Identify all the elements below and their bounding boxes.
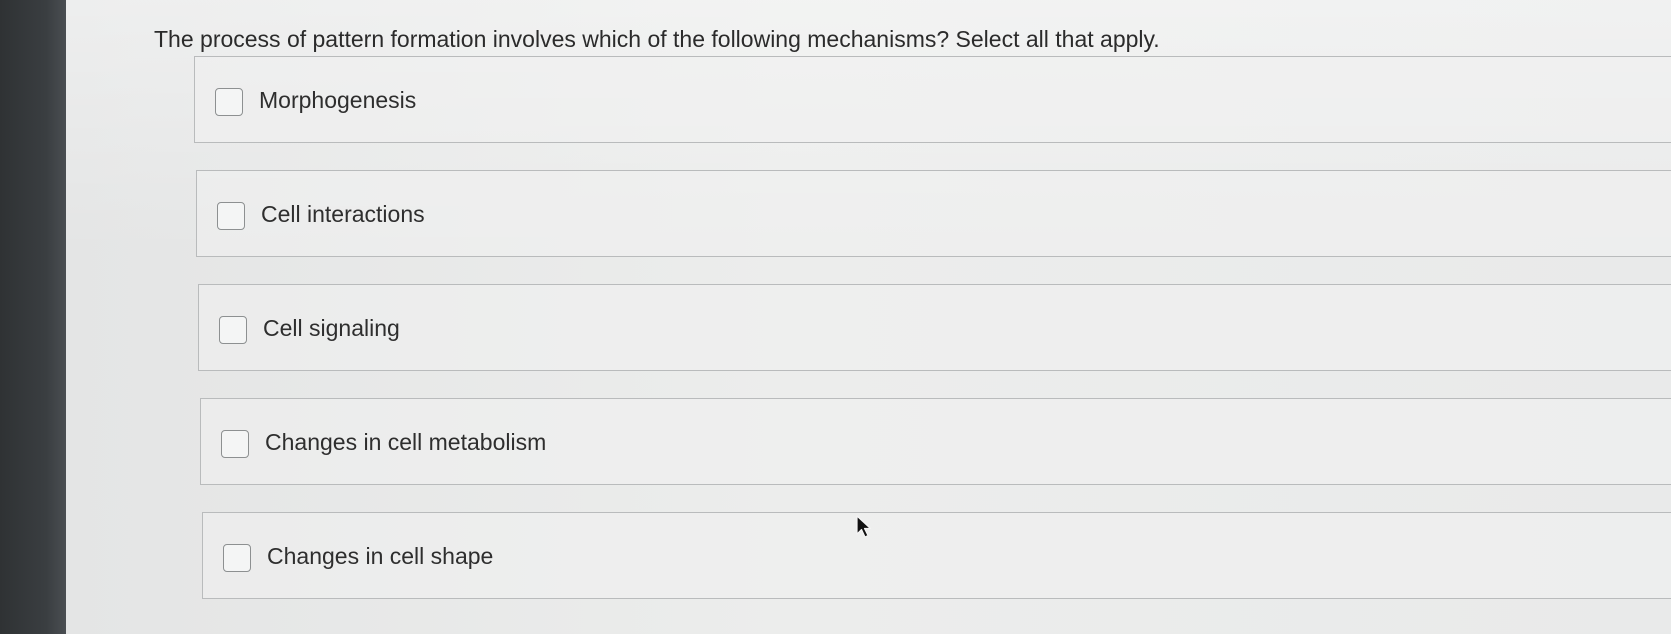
option-label: Changes in cell shape — [267, 543, 494, 569]
option-checkbox[interactable] — [221, 430, 249, 458]
option-checkbox[interactable] — [219, 316, 247, 344]
option-label: Morphogenesis — [259, 87, 417, 113]
arrow-cursor-icon — [856, 515, 872, 538]
option-checkbox[interactable] — [223, 544, 251, 572]
option-checkbox[interactable] — [215, 88, 243, 116]
monitor-bezel — [0, 0, 66, 634]
option-label: Cell interactions — [261, 201, 425, 227]
option-changes-cell-shape[interactable]: Changes in cell shape — [202, 512, 1671, 599]
option-label: Cell signaling — [263, 315, 400, 341]
option-cell-signaling[interactable]: Cell signaling — [198, 284, 1671, 371]
option-changes-cell-metabolism[interactable]: Changes in cell metabolism — [200, 398, 1671, 485]
question-text: The process of pattern formation involve… — [154, 26, 1160, 52]
option-label: Changes in cell metabolism — [265, 429, 547, 455]
option-checkbox[interactable] — [217, 202, 245, 230]
question-screen: The process of pattern formation involve… — [66, 0, 1671, 634]
option-cell-interactions[interactable]: Cell interactions — [196, 170, 1671, 257]
option-morphogenesis[interactable]: Morphogenesis — [194, 56, 1671, 143]
answer-options: Morphogenesis Cell interactions Cell sig… — [194, 56, 1671, 634]
